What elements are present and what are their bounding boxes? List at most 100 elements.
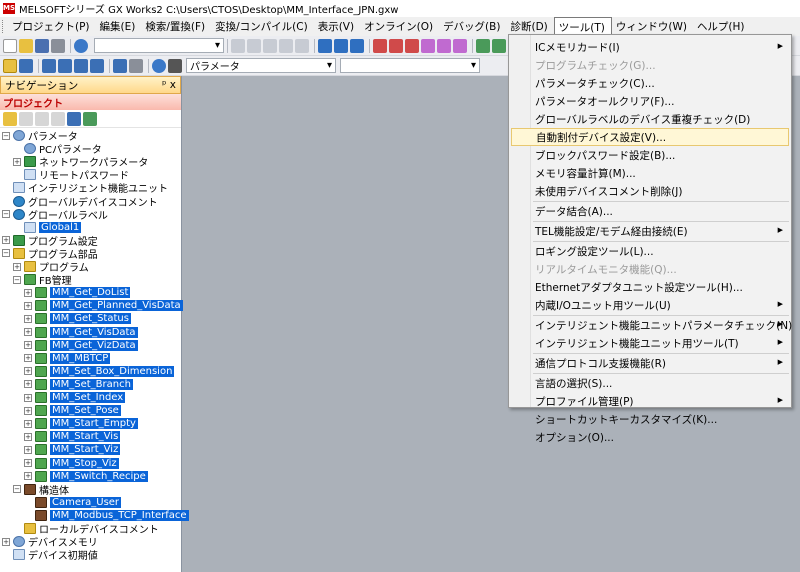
expand-icon[interactable]: + bbox=[24, 288, 32, 297]
find-icon[interactable] bbox=[168, 58, 182, 73]
tree-item[interactable]: ローカルデバイスコメント bbox=[13, 522, 159, 536]
expand-icon[interactable]: + bbox=[24, 406, 32, 415]
undo-icon[interactable] bbox=[279, 38, 293, 53]
convert-icon[interactable] bbox=[421, 38, 435, 53]
expand-icon[interactable]: + bbox=[2, 537, 10, 546]
tree-item[interactable]: Global1 bbox=[13, 221, 82, 234]
paste-data-icon[interactable] bbox=[35, 111, 49, 126]
expand-icon[interactable]: + bbox=[24, 354, 32, 363]
tools-menu-item[interactable]: データ結合(A)... bbox=[511, 202, 789, 220]
expand-icon[interactable]: + bbox=[24, 341, 32, 350]
write-plc-icon[interactable] bbox=[389, 38, 403, 53]
tree-item[interactable]: + MM_Switch_Recipe bbox=[24, 470, 148, 483]
tree-item[interactable]: デバイス初期値 bbox=[2, 548, 98, 562]
expand-icon[interactable]: + bbox=[24, 445, 32, 454]
copy-data-icon[interactable] bbox=[19, 111, 33, 126]
collapse-icon[interactable]: − bbox=[2, 210, 10, 219]
collapse-icon[interactable]: − bbox=[2, 249, 10, 258]
tree-item[interactable]: + デバイスメモリ bbox=[2, 535, 98, 549]
expand-icon[interactable]: + bbox=[24, 314, 32, 323]
tools-menu-item[interactable]: インテリジェント機能ユニット用ツール(T) ▶ bbox=[511, 334, 789, 352]
collapse-icon[interactable]: − bbox=[13, 275, 21, 284]
collapse-icon[interactable]: − bbox=[2, 131, 10, 140]
tree-item[interactable]: − プログラム部品 bbox=[2, 247, 98, 261]
tools-menu-item[interactable]: TEL機能設定/モデム経由接続(E) ▶ bbox=[511, 222, 789, 240]
tools-menu-item[interactable]: 内蔵I/Oユニット用ツール(U) ▶ bbox=[511, 296, 789, 314]
menu-find-replace[interactable]: 検索/置換(F) bbox=[141, 17, 211, 36]
tree-item[interactable]: − パラメータ bbox=[2, 129, 78, 143]
expand-icon[interactable]: + bbox=[24, 328, 32, 336]
tools-menu-item[interactable]: 未使用デバイスコメント削除(J) bbox=[511, 182, 789, 200]
menu-edit[interactable]: 編集(E) bbox=[96, 17, 142, 36]
tree-item[interactable]: + MM_Get_Planned_VisData bbox=[24, 299, 183, 312]
close-icon[interactable]: ᵖ x bbox=[162, 79, 176, 91]
tree-item[interactable]: MM_Modbus_TCP_Interface bbox=[24, 509, 189, 522]
copy-icon[interactable] bbox=[247, 38, 261, 53]
verify-icon[interactable] bbox=[405, 38, 419, 53]
tree-item[interactable]: グローバルデバイスコメント bbox=[2, 195, 158, 209]
expand-icon[interactable]: + bbox=[2, 236, 10, 245]
redo-icon[interactable] bbox=[295, 38, 309, 53]
tools-menu-item[interactable]: パラメータオールクリア(F)... bbox=[511, 92, 789, 110]
tools-menu-item[interactable]: インテリジェント機能ユニットパラメータチェック(N) ▶ bbox=[511, 316, 792, 334]
toolbar-combo-1[interactable]: ▾ bbox=[94, 38, 224, 53]
tree-item[interactable]: + MM_Start_Vis bbox=[24, 430, 121, 443]
menu-debug[interactable]: デバッグ(B) bbox=[439, 17, 506, 36]
expand-icon[interactable]: + bbox=[24, 459, 32, 467]
tree-item[interactable]: + MM_Stop_Viz bbox=[24, 457, 119, 470]
tools-menu-item[interactable]: ブロックパスワード設定(B)... bbox=[511, 146, 789, 164]
toolbar-combo-2[interactable]: パラメータ ▾ bbox=[186, 58, 336, 73]
monitor-icon[interactable] bbox=[318, 38, 332, 53]
help-circle-icon[interactable] bbox=[152, 58, 166, 73]
tools-menu-item[interactable]: Ethernetアダプタユニット設定ツール(H)... bbox=[511, 278, 789, 296]
tools-menu-item[interactable]: パラメータチェック(C)... bbox=[511, 74, 789, 92]
expand-icon[interactable]: + bbox=[13, 157, 21, 166]
tree-item[interactable]: + プログラム bbox=[13, 260, 89, 274]
expand-icon[interactable]: + bbox=[24, 393, 32, 402]
tools-menu-item[interactable]: オプション(O)... bbox=[511, 428, 789, 446]
tree-item[interactable]: + MM_Get_DoList bbox=[24, 286, 131, 299]
save-icon[interactable] bbox=[35, 38, 49, 53]
print-icon[interactable] bbox=[51, 38, 65, 53]
expand-icon[interactable]: + bbox=[13, 262, 21, 271]
delete-data-icon[interactable] bbox=[51, 111, 65, 126]
collapse-icon[interactable]: − bbox=[13, 485, 21, 494]
tools-menu-item[interactable]: プロファイル管理(P) ▶ bbox=[511, 392, 789, 410]
expand-icon[interactable]: + bbox=[24, 419, 32, 428]
tool-dropdown-icon[interactable] bbox=[129, 58, 143, 73]
tree-item[interactable]: + MM_Get_VisData bbox=[24, 326, 138, 339]
tree-item[interactable]: + プログラム設定 bbox=[2, 234, 98, 248]
tree-item[interactable]: インテリジェント機能ユニット bbox=[2, 181, 168, 195]
expand-icon[interactable]: + bbox=[24, 432, 32, 441]
watch-icon[interactable] bbox=[90, 58, 104, 73]
tools-menu-item[interactable]: ロギング設定ツール(L)... bbox=[511, 242, 789, 260]
navigation-toggle-icon[interactable] bbox=[3, 58, 17, 73]
new-project-icon[interactable] bbox=[3, 38, 17, 53]
tools-menu-item[interactable]: 自動割付デバイス設定(V)... bbox=[511, 128, 789, 146]
simulator-icon[interactable] bbox=[476, 38, 490, 53]
tree-item[interactable]: Camera_User bbox=[24, 496, 122, 509]
new-data-icon[interactable] bbox=[3, 111, 17, 126]
project-section-header[interactable]: プロジェクト bbox=[0, 94, 181, 110]
menu-view[interactable]: 表示(V) bbox=[314, 17, 360, 36]
tree-item[interactable]: + MM_Set_Box_Dimension bbox=[24, 365, 175, 378]
cross-reference-icon[interactable] bbox=[58, 58, 72, 73]
menu-project[interactable]: プロジェクト(P) bbox=[8, 17, 96, 36]
tree-item[interactable]: − グローバルラベル bbox=[2, 208, 108, 222]
output-window-icon[interactable] bbox=[42, 58, 56, 73]
expand-icon[interactable]: + bbox=[24, 472, 32, 481]
tree-item[interactable]: リモートパスワード bbox=[13, 168, 129, 182]
menu-compile[interactable]: 変換/コンパイル(C) bbox=[211, 17, 314, 36]
filter-icon[interactable] bbox=[83, 111, 97, 126]
tree-item[interactable]: − 構造体 bbox=[13, 483, 69, 497]
tools-menu-item[interactable]: メモリ容量計算(M)... bbox=[511, 164, 789, 182]
properties-icon[interactable] bbox=[67, 111, 81, 126]
tree-item[interactable]: + MM_Set_Pose bbox=[24, 404, 121, 417]
monitor-write-icon[interactable] bbox=[334, 38, 348, 53]
tree-item[interactable]: + MM_Get_VizData bbox=[24, 339, 138, 352]
expand-icon[interactable]: + bbox=[24, 380, 32, 389]
menu-online[interactable]: オンライン(O) bbox=[360, 17, 439, 36]
toolbar-combo-3[interactable]: ▾ bbox=[340, 58, 480, 73]
tree-item[interactable]: + ネットワークパラメータ bbox=[13, 155, 148, 169]
cut-icon[interactable] bbox=[231, 38, 245, 53]
